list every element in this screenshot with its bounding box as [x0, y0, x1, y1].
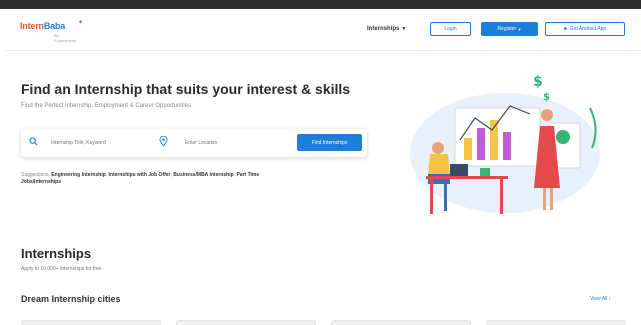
caret-down-icon: ▼	[401, 26, 407, 32]
suggestions-label: Suggestions:	[21, 172, 50, 178]
dream-cities-heading: Dream Internship cities	[21, 294, 121, 304]
hero-illustration: $ $	[410, 74, 600, 214]
city-card[interactable]	[486, 320, 626, 325]
logo-part-intern: Intern	[20, 21, 44, 31]
suggestion-link[interactable]: Jobs/Internships	[21, 179, 61, 185]
logo-spark-icon: ✦	[78, 20, 84, 26]
suggestion-link[interactable]: Engineering Internship	[51, 172, 105, 178]
suggestion-link[interactable]: Internships with Job Offer	[109, 172, 171, 178]
internships-section-title: Internships	[21, 246, 92, 261]
chevron-right-icon: ›	[608, 296, 611, 302]
internships-nav-dropdown[interactable]: Internships ▼	[367, 26, 406, 32]
hero-title: Find an Internship that suits your inter…	[21, 81, 351, 97]
register-button[interactable]: Register ▼	[481, 22, 538, 36]
keyword-search-input[interactable]	[51, 137, 151, 149]
search-icon	[29, 137, 38, 146]
internships-section-subtitle: Apply to 10,000+ internships for free	[21, 266, 102, 272]
location-search-input[interactable]	[185, 137, 285, 149]
login-button[interactable]: Login	[430, 22, 471, 36]
view-all-label: View All	[590, 296, 608, 302]
android-icon: ■	[563, 26, 567, 32]
search-bar: Find Internships	[21, 129, 367, 157]
get-app-label: Get Android App	[569, 26, 607, 32]
suggestion-link[interactable]: Business/MBA Internship	[173, 172, 233, 178]
hero-subtitle: Find the Perfect Internship, Employment …	[21, 103, 193, 109]
register-caret-icon: ▼	[517, 26, 522, 32]
nav-dropdown-label: Internships	[367, 26, 400, 32]
view-all-link[interactable]: View All ›	[590, 296, 610, 302]
city-card[interactable]	[176, 320, 316, 325]
site-header: InternBaba Be Experienced ✦ Internships ▼…	[6, 9, 641, 51]
svg-text:$: $	[543, 92, 550, 103]
city-card[interactable]	[331, 320, 471, 325]
logo-wordmark: InternBaba	[20, 21, 65, 31]
get-android-app-button[interactable]: ■ Get Android App	[545, 22, 625, 36]
window-top-bar	[0, 0, 641, 9]
city-cards-row	[21, 318, 627, 325]
site-logo[interactable]: InternBaba Be Experienced ✦	[20, 20, 83, 45]
logo-part-baba: Baba	[43, 21, 66, 31]
location-pin-icon	[159, 136, 168, 147]
find-internships-button[interactable]: Find Internships	[297, 134, 362, 151]
svg-text:$: $	[533, 74, 543, 90]
search-suggestions: Suggestions: Engineering Internship, Int…	[21, 172, 260, 185]
city-card[interactable]	[21, 320, 161, 325]
logo-tagline: Be Experienced	[54, 33, 77, 43]
suggestion-link[interactable]: Part Time	[236, 172, 259, 178]
register-label: Register	[497, 26, 517, 32]
